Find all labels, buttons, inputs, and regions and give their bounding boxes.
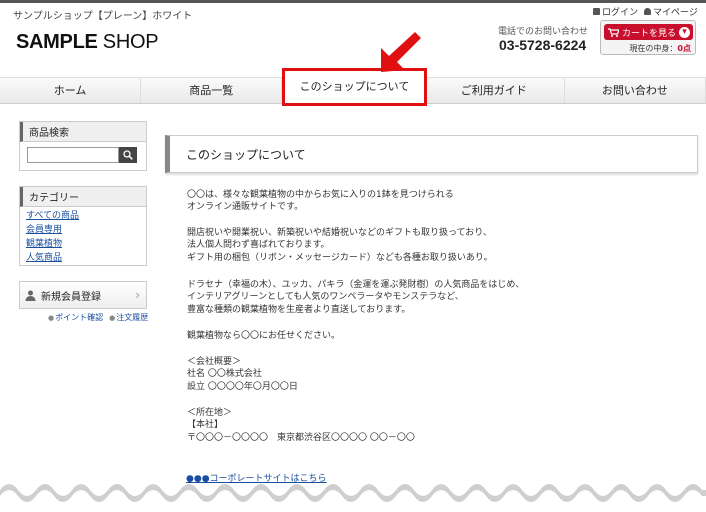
pointer-arrow-icon [381,32,421,72]
cart-box: カートを見る ▾ 現在の中身：0点 [600,20,696,55]
search-box: 商品検索 [19,121,147,171]
mypage-label: マイページ [653,8,698,18]
nav-item-products[interactable]: 商品一覧 [141,78,283,103]
search-input[interactable] [27,147,119,163]
cart-button[interactable]: カートを見る ▾ [604,24,693,40]
cart-icon [608,27,619,37]
cart-count-value: 0点 [677,44,691,53]
category-title: カテゴリー [20,187,146,207]
torn-edge-divider [0,484,706,512]
search-icon [123,150,133,160]
content-paragraph-cta: 観葉植物なら〇〇にお任せください。 [187,331,341,341]
cart-count-label: 現在の中身： [629,44,678,53]
member-register-label: 新規会員登録 [41,291,101,303]
phone-label: 電話でのお問い合わせ [498,27,589,37]
category-popular[interactable]: 人気商品 [26,251,79,265]
logo-light: SHOP [97,31,159,53]
logo[interactable]: SAMPLE SHOP [16,31,159,54]
member-register-button[interactable]: 新規会員登録 › [19,281,147,309]
search-title: 商品検索 [20,122,146,142]
logo-bold: SAMPLE [16,31,98,53]
search-row [27,147,137,163]
page-title: このショップについて [165,135,698,173]
shop-name: サンプルショップ【プレーン】ホワイト [13,11,193,22]
member-sublinks: ポイント確認 注文履歴 [48,312,148,323]
point-link[interactable]: ポイント確認 [48,312,103,323]
category-all[interactable]: すべての商品 [26,209,79,223]
nav-item-guide[interactable]: ご利用ガイド [424,78,565,103]
category-plants[interactable]: 観葉植物 [26,237,79,251]
chevron-down-icon: ▾ [679,26,690,38]
category-list: すべての商品 会員専用 観葉植物 人気商品 [26,209,79,265]
search-button[interactable] [119,147,137,163]
nav-item-contact[interactable]: お問い合わせ [565,78,706,103]
lock-icon [593,8,600,15]
cart-button-label: カートを見る [622,28,677,39]
login-link[interactable]: ログイン [593,5,638,18]
mypage-link[interactable]: マイページ [644,5,698,18]
company-address: ＜所在地＞ 【本社】 〒〇〇〇－〇〇〇〇 東京都渋谷区〇〇〇〇 〇〇－〇〇 [187,408,415,443]
order-history-link[interactable]: 注文履歴 [109,312,148,323]
content-paragraph-intro: 〇〇は、様々な観葉植物の中からお気に入りの1鉢を見つけられる オンライン通販サイ… [187,190,454,213]
person-icon [25,290,36,301]
phone-number: 03-5728-6224 [499,37,587,53]
content-paragraph-gift: 開店祝いや開業祝い、新築祝いや結婚祝いなどのギフトも取り扱っており、 法人個人問… [187,228,493,263]
cart-count: 現在の中身：0点 [629,43,691,54]
top-links: ログイン マイページ [593,5,698,18]
company-overview: ＜会社概要＞ 社名 〇〇株式会社 設立 〇〇〇〇年〇月〇〇日 [187,357,298,392]
content-paragraph-products: ドラセナ（幸福の木）、ユッカ、パキラ（金運を運ぶ発財樹）の人気商品をはじめ、 イ… [187,280,525,315]
person-icon [644,8,652,15]
nav-item-home[interactable]: ホーム [0,78,142,103]
top-bar [0,0,706,3]
login-label: ログイン [602,8,639,18]
category-members[interactable]: 会員専用 [26,223,79,237]
chevron-right-icon: › [135,288,140,302]
